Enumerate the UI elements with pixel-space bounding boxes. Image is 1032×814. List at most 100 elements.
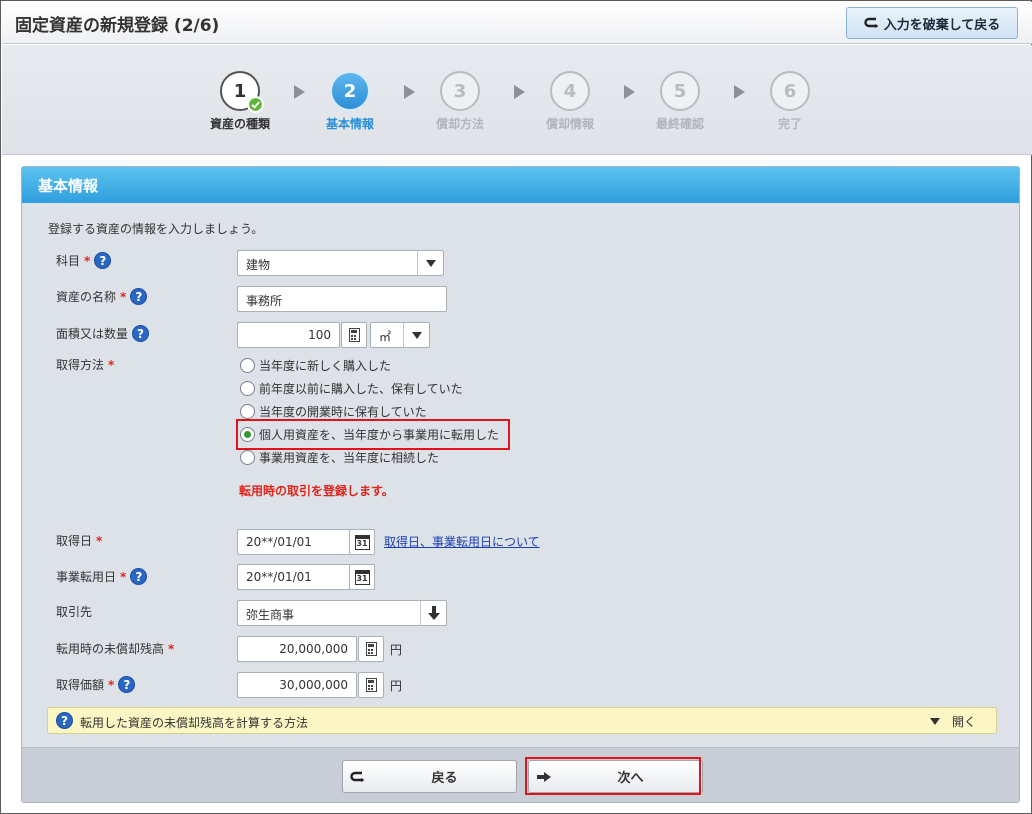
calculator-icon [365, 678, 377, 692]
asset-name-input[interactable]: 事務所 [237, 286, 447, 312]
help-icon[interactable]: ? [132, 325, 150, 342]
step-arrow [514, 85, 525, 99]
acquisition-method-label: 取得方法 [56, 358, 105, 372]
acquisition-date-value: 20**/01/01 [246, 535, 312, 549]
chevron-down-icon[interactable] [403, 323, 429, 347]
calculator-icon [348, 328, 360, 342]
acquisition-date-label-row: 取得日 * [56, 532, 102, 549]
radio-button[interactable] [240, 450, 255, 465]
accordion-text: 転用した資産の未償却残高を計算する方法 [80, 716, 309, 730]
yen-unit: 円 [390, 679, 403, 693]
panel-title: 基本情報 [22, 167, 1019, 203]
help-icon[interactable]: ? [94, 252, 112, 269]
discard-and-return-button[interactable]: 入力を破棄して戻る [846, 7, 1018, 39]
asset-name-label: 資産の名称 [56, 290, 117, 304]
conversion-date-label: 事業転用日 [56, 570, 117, 584]
unamortized-label-row: 転用時の未償却残高 * [56, 640, 174, 657]
subject-value: 建物 [246, 258, 271, 272]
radio-label: 当年度に新しく購入した [259, 359, 392, 373]
calculator-button[interactable] [358, 672, 384, 698]
radio-option-2[interactable]: 前年度以前に購入した、保有していた [240, 380, 463, 397]
required-mark: * [120, 569, 127, 584]
step-4-circle: 4 [550, 71, 590, 111]
basic-info-panel: 基本情報 登録する資産の情報を入力しましょう。 科目 * ? 建物 資産の名称 … [21, 166, 1020, 803]
back-button[interactable]: 戻る [342, 760, 517, 793]
subject-label-row: 科目 * ? [56, 252, 112, 269]
title-bar: 固定資産の新規登録 (2/6) 入力を破棄して戻る [2, 2, 1032, 44]
calculator-button[interactable] [358, 636, 384, 662]
step-6-label: 完了 [777, 117, 802, 131]
subject-label: 科目 [56, 254, 81, 268]
radio-button[interactable] [240, 404, 255, 419]
chevron-down-icon[interactable] [417, 251, 443, 275]
radio-label: 事業用資産を、当年度に相続した [259, 451, 440, 465]
step-1-label: 資産の種類 [209, 117, 270, 131]
acquisition-price-label-row: 取得価額 * ? [56, 676, 136, 693]
step-arrow [404, 85, 415, 99]
calendar-icon: 31 [354, 534, 370, 550]
step-arrow [734, 85, 745, 99]
radio-button[interactable] [240, 358, 255, 373]
help-icon[interactable]: ? [56, 712, 73, 729]
subject-select[interactable]: 建物 [237, 250, 444, 276]
acquisition-date-input[interactable]: 20**/01/01 [237, 529, 350, 555]
conversion-date-value: 20**/01/01 [246, 570, 312, 584]
down-arrow-icon[interactable] [420, 601, 446, 625]
discard-button-label: 入力を破棄して戻る [883, 17, 1001, 33]
radio-option-5[interactable]: 事業用資産を、当年度に相続した [240, 449, 439, 466]
required-mark: * [120, 289, 127, 304]
app-window: 固定資産の新規登録 (2/6) 入力を破棄して戻る 1 資産の種類 2 基本情報 [0, 0, 1032, 814]
step-4-number: 4 [563, 80, 577, 102]
calendar-button[interactable]: 31 [349, 529, 375, 555]
check-icon [247, 96, 264, 113]
radio-option-1[interactable]: 当年度に新しく購入した [240, 357, 391, 374]
calendar-button[interactable]: 31 [349, 564, 375, 590]
radio-option-3[interactable]: 当年度の開業時に保有していた [240, 403, 427, 420]
radio-option-4[interactable]: 個人用資産を、当年度から事業用に転用した [240, 426, 499, 443]
radio-button[interactable] [240, 381, 255, 396]
area-input[interactable]: 100 [237, 322, 340, 348]
step-arrow [624, 85, 635, 99]
help-icon[interactable]: ? [130, 288, 148, 305]
step-2-number: 2 [343, 80, 357, 102]
step-3-number: 3 [453, 80, 467, 102]
page-title: 固定資産の新規登録 (2/6) [15, 16, 220, 36]
accordion-toggle[interactable]: 開く [929, 713, 976, 730]
step-5-circle: 5 [660, 71, 700, 111]
conversion-date-label-row: 事業転用日 * ? [56, 568, 148, 585]
step-6: 6 完了 [745, 71, 835, 132]
step-5-label: 最終確認 [655, 117, 704, 131]
area-value: 100 [308, 328, 331, 342]
highlight-frame [525, 757, 701, 795]
calendar-icon: 31 [354, 569, 370, 585]
partner-label-row: 取引先 [56, 603, 92, 620]
calculator-button[interactable] [341, 322, 367, 348]
acquisition-date-help-link[interactable]: 取得日、事業転用日について [384, 533, 540, 550]
help-icon[interactable]: ? [118, 676, 136, 693]
acquisition-price-input[interactable]: 30,000,000 [237, 672, 357, 698]
return-icon [350, 771, 365, 782]
required-mark: * [84, 253, 91, 268]
step-6-circle: 6 [770, 71, 810, 111]
required-mark: * [108, 357, 115, 372]
radio-button-selected[interactable] [240, 427, 255, 442]
help-icon[interactable]: ? [130, 568, 148, 585]
calculation-method-accordion[interactable]: ? 転用した資産の未償却残高を計算する方法 開く [47, 707, 997, 734]
accordion-toggle-label: 開く [951, 715, 976, 729]
asset-name-label-row: 資産の名称 * ? [56, 288, 148, 305]
unit-select[interactable]: ㎡ [370, 322, 430, 348]
intro-text: 登録する資産の情報を入力しましょう。 [48, 222, 264, 236]
unamortized-input[interactable]: 20,000,000 [237, 636, 357, 662]
step-1-number: 1 [233, 80, 247, 102]
calculator-icon [365, 642, 377, 656]
partner-input[interactable]: 弥生商事 [237, 600, 447, 626]
conversion-date-input[interactable]: 20**/01/01 [237, 564, 350, 590]
step-6-number: 6 [783, 80, 797, 102]
radio-label: 前年度以前に購入した、保有していた [259, 382, 463, 396]
step-3: 3 償却方法 [415, 71, 505, 132]
radio-label: 当年度の開業時に保有していた [259, 405, 427, 419]
unamortized-value: 20,000,000 [279, 642, 348, 656]
acquisition-price-value: 30,000,000 [279, 678, 348, 692]
step-3-circle: 3 [440, 71, 480, 111]
partner-label: 取引先 [56, 605, 93, 619]
